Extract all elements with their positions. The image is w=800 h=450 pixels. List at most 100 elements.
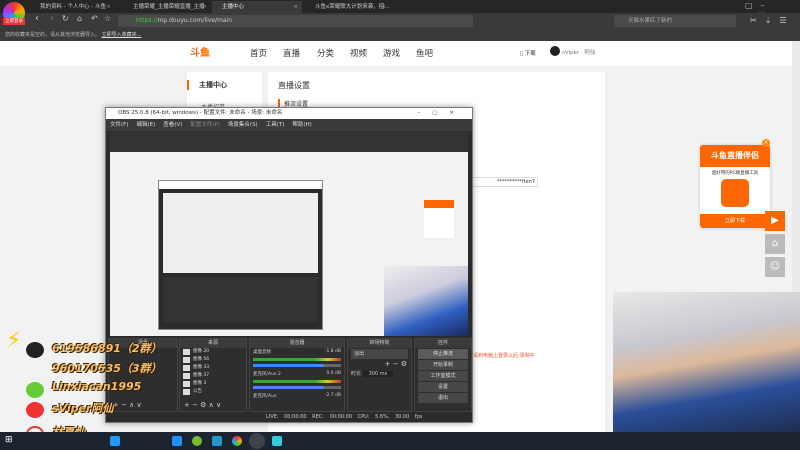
nav-video[interactable]: 视频 [350,47,367,59]
ad-title: 斗鱼直播伴侣 [700,145,770,167]
username[interactable]: sViper · 阿仙 [562,48,595,56]
browser-tab[interactable]: 斗鱼x荣耀联大计划来袭，招... × [305,1,390,13]
menu-tools[interactable]: 工具(T) [266,122,285,128]
url-text: mp.douyu.com/live/main [157,17,233,24]
app-icon[interactable] [272,436,282,446]
menu-file[interactable]: 文件(F) [110,122,128,128]
webcam-preview [384,266,468,336]
mixer-dock: 混音器 桌面音频 -1.8 dB 麦克风/Aux 2 0.0 dB 麦克风/Aux -… [249,338,345,412]
stop-streaming-button[interactable]: 停止推流 [418,349,468,359]
douyu-companion-ad[interactable]: 斗鱼直播伴侣 超好用的PC端直播工具 立即下载 [700,145,770,228]
close-icon[interactable]: × [381,1,386,13]
obs-title-bar: OBS 25.0.8 (64-bit, windows) - 配置文件: 未命名… [106,108,472,119]
bookmark-bar: 您的收藏夹是空的，请从其他浏览器导入。 立即导入收藏夹... [0,29,800,41]
nav-category[interactable]: 分类 [317,47,334,59]
weibo-id: sViper阿仙 [52,402,114,415]
duration-label: 时长 [351,371,362,377]
wechat-icon [26,382,44,398]
mail-icon[interactable] [212,436,222,446]
transition-toolbar[interactable]: + − ⚙ [348,360,411,368]
dock-title: 转场特效 [348,339,411,348]
search-input[interactable]: 天猫水果红了新的 [614,15,736,27]
volume-slider[interactable] [253,364,341,367]
controls-dock: 控件 停止推流 开始录制 工作室模式 设置 退出 [414,338,472,412]
douyu-logo[interactable]: 斗鱼 [190,44,230,62]
login-badge[interactable]: 立即登录 [3,18,25,25]
download-link[interactable]: ▯ 下载 [520,49,536,57]
nav-live[interactable]: 直播 [283,47,300,59]
ad-download-button[interactable]: 立即下载 [700,214,770,228]
import-bookmarks-link[interactable]: 立即导入收藏夹... [102,32,142,38]
duration-input[interactable]: 300 ms [362,371,394,377]
back-icon[interactable]: ‹ [35,13,39,24]
rec-time: REC: 00:00:00 [312,414,353,420]
tab-label: 斗鱼x荣耀联大计划来袭，招... [315,4,390,10]
obs-icon[interactable] [249,433,265,449]
obs-menu-bar: 文件(F) 编辑(E) 查看(V) 配置文件(P) 场景集合(S) 工具(T) 帮助(H) [106,119,472,131]
star-icon[interactable]: ☆ [104,14,111,23]
qq-group-3: 960170535（3群） [52,362,162,375]
menu-scene-collection[interactable]: 场景集合(S) [228,122,258,128]
obs-title: OBS 25.0.8 (64-bit, windows) - 配置文件: 未命名… [118,110,283,116]
exit-button[interactable]: 退出 [418,393,468,403]
mixer-db: -2.7 dB [324,393,341,398]
undo-icon[interactable]: ↶ [91,14,98,23]
status-text: 请到电脑上登录以后 录制中 [473,353,535,359]
menu-edit[interactable]: 编辑(E) [136,122,155,128]
reload-icon[interactable]: ↻ [62,14,69,23]
dock-title: 混音器 [250,339,344,348]
home-live-icon[interactable]: ⌂ [765,234,785,254]
qq-icon [26,342,44,358]
menu-profile[interactable]: 配置文件(P) [190,122,220,128]
start-recording-button[interactable]: 开始录制 [418,360,468,370]
tab-label: 主播荣耀_主播荣耀直播_主播 [133,4,205,10]
wechat-id: Linxiacan1995 [52,380,142,393]
browser-360-icon[interactable] [232,436,242,446]
volume-meter [253,358,341,361]
menu-view[interactable]: 查看(V) [163,122,182,128]
nav-yuba[interactable]: 鱼吧 [416,47,433,59]
nav-home[interactable]: 首页 [250,47,267,59]
window-controls[interactable]: –▢× [417,108,466,119]
stream-key-field[interactable]: **********ften7 [468,177,538,187]
close-icon[interactable]: × [202,1,207,13]
cpu-fps: CPU: 5.6%, 30.00 fps [357,414,423,420]
close-icon[interactable]: × [762,139,770,147]
live-time: LIVE: 00:00:00 [266,414,307,420]
home-icon[interactable]: ⌂ [77,14,82,23]
mixer-db: 0.0 dB [326,371,341,376]
windows-start-icon[interactable]: ⊞ [5,435,13,445]
nested-obs [158,180,323,330]
close-icon[interactable]: × [106,1,111,13]
browser-tab[interactable]: 我的资料 - 个人中心 - 斗鱼 × [30,1,115,13]
avatar[interactable] [550,46,560,56]
browser-tab-bar: 我的资料 - 个人中心 - 斗鱼 × 主播荣耀_主播荣耀直播_主播 × 主播中心 × … [0,0,800,19]
studio-mode-button[interactable]: 工作室模式 [418,371,468,381]
volume-slider[interactable] [253,386,341,389]
ad-subtitle: 超好用的PC端直播工具 [711,171,759,176]
transitions-dock: 转场特效 淡出 + − ⚙ 时长 300 ms [347,338,412,412]
mixer-channel-name: 桌面音频 [253,350,271,355]
play-icon[interactable]: ▶ [765,211,785,231]
forward-icon[interactable]: › [50,13,54,24]
toolbar-icons[interactable]: ✂⇣☰ [750,16,795,25]
nav-game[interactable]: 游戏 [383,47,400,59]
close-icon[interactable]: × [293,1,298,13]
address-bar[interactable]: https://mp.douyu.com/live/main [118,15,473,27]
app-icon[interactable] [192,436,202,446]
mixer-channel-name: 麦克风/Aux 2 [253,372,281,377]
browser-tab[interactable]: 主播荣耀_主播荣耀直播_主播 × [123,1,211,13]
mixer-channel-name: 麦克风/Aux [253,394,277,399]
browser-tab-active[interactable]: 主播中心 × [212,1,302,13]
url-scheme: https:// [136,17,158,24]
menu-help[interactable]: 帮助(H) [292,122,311,128]
transition-select[interactable]: 淡出 [351,349,408,359]
tab-label: 我的资料 - 个人中心 - 斗鱼 [40,4,106,10]
sidebar-title: 主播中心 [187,80,262,90]
settings-button[interactable]: 设置 [418,382,468,392]
dock-title: 控件 [415,339,471,348]
robot-icon[interactable]: ☺ [765,257,785,277]
sidebar: 主播中心 主播招募 [187,72,262,112]
ie-icon[interactable] [110,436,120,446]
edge-icon[interactable] [172,436,182,446]
